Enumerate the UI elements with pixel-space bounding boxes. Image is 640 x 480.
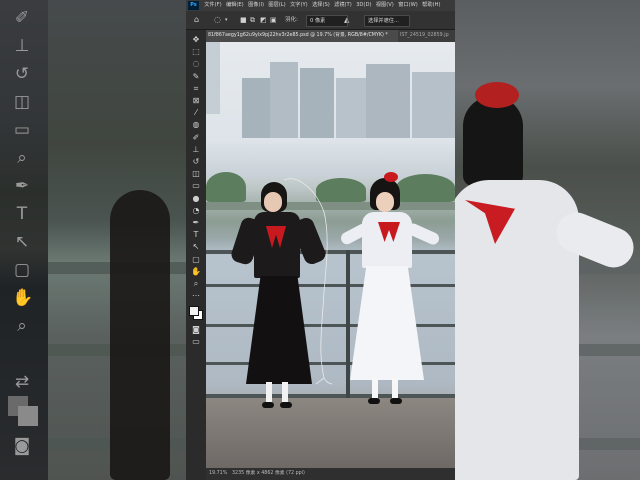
subtract-selection-icon[interactable]: ◩ [260, 14, 267, 26]
blurred-pen-icon: ✒ [14, 176, 30, 196]
menu-view[interactable]: 视图(V) [374, 0, 396, 11]
eraser-tool-icon[interactable]: ◫ [188, 168, 204, 179]
blurred-shape-icon: ▢ [13, 260, 31, 280]
menu-filter[interactable]: 滤镜(T) [332, 0, 354, 11]
type-tool-icon[interactable]: T [188, 229, 204, 240]
healing-tool-icon[interactable]: ◍ [188, 119, 204, 130]
history-brush-icon[interactable]: ↺ [188, 156, 204, 167]
menu-help[interactable]: 帮助(H) [420, 0, 443, 11]
foreground-color-swatch[interactable] [189, 306, 199, 316]
blurred-background-right [455, 0, 640, 480]
status-document-size: 3235 像素 x 4862 像素 (72 ppi) [232, 471, 305, 476]
feather-input[interactable]: 0 像素 [306, 15, 348, 27]
menu-file[interactable]: 文件(F) [202, 0, 224, 11]
menu-window[interactable]: 窗口(W) [396, 0, 420, 11]
tools-panel: ✥ ⬚ ◌ ✎ ⌗ ⊠ ⁄ ◍ ✐ ⊥ ↺ ◫ ▭ ● ◔ ✒ T ↖ ▢ ✋ ⌕ ⋯ ◙ ▭ [186, 30, 207, 480]
blurred-type-icon: T [16, 204, 28, 224]
zoom-tool-icon[interactable]: ⌕ [188, 278, 204, 289]
blurred-figure-hair [463, 96, 523, 186]
menu-image[interactable]: 图像(I) [246, 0, 266, 11]
status-bar: 19.71% 3235 像素 x 4862 像素 (72 ppi) [206, 468, 455, 480]
home-icon[interactable]: ⌂ [194, 14, 199, 26]
eyedropper-tool-icon[interactable]: ⁄ [188, 107, 204, 118]
options-bar: ⌂ ◌ ▾ ■ ⧉ ◩ ▣ 羽化: 0 像素 ◭ 选择并遮住... [186, 11, 455, 30]
menu-select[interactable]: 选择(S) [310, 0, 332, 11]
blurred-stamp-icon: ⊥ [14, 36, 30, 56]
intersect-selection-icon[interactable]: ▣ [270, 14, 277, 26]
document-tab-active[interactable]: 81f867aegy1g62u9ylx9pj22hv3r2e85.psd @ 1… [206, 30, 398, 42]
blurred-path-select-icon: ↖ [14, 232, 30, 252]
blurred-bg-color-swatch [18, 406, 38, 426]
blurred-gradient-icon: ▭ [13, 120, 31, 140]
feather-label: 羽化: [285, 17, 298, 23]
pen-tool-icon[interactable]: ✒ [188, 217, 204, 228]
blurred-quick-mask-icon: ◙ [13, 436, 31, 456]
select-and-mask-button[interactable]: 选择并遮住... [364, 15, 410, 27]
hand-tool-icon[interactable]: ✋ [188, 266, 204, 277]
blur-tool-icon[interactable]: ● [188, 193, 204, 204]
lasso-preset-icon[interactable]: ◌ [214, 14, 221, 26]
lasso-tool-icon[interactable]: ◌ [188, 58, 204, 69]
brush-tool-icon[interactable]: ✐ [188, 132, 204, 143]
new-selection-icon[interactable]: ■ [240, 14, 247, 26]
photoshop-window: Ps 文件(F) 编辑(E) 图像(I) 图层(L) 文字(Y) 选择(S) 滤… [186, 0, 455, 480]
path-select-tool-icon[interactable]: ↖ [188, 241, 204, 252]
add-selection-icon[interactable]: ⧉ [250, 14, 255, 26]
blurred-swap-colors-icon: ⇄ [14, 372, 30, 392]
frame-tool-icon[interactable]: ⊠ [188, 95, 204, 106]
photo-canvas[interactable] [206, 42, 455, 468]
menu-bar: Ps 文件(F) 编辑(E) 图像(I) 图层(L) 文字(Y) 选择(S) 滤… [186, 0, 455, 11]
menu-3d[interactable]: 3D(D) [354, 0, 374, 11]
canvas-area[interactable] [206, 42, 455, 468]
stamp-tool-icon[interactable]: ⊥ [188, 144, 204, 155]
document-tabs: 81f867aegy1g62u9ylx9pj22hv3r2e85.psd @ 1… [206, 30, 455, 42]
move-tool-icon[interactable]: ✥ [188, 34, 204, 45]
gradient-tool-icon[interactable]: ▭ [188, 180, 204, 191]
status-zoom[interactable]: 19.71% [209, 468, 227, 480]
dodge-tool-icon[interactable]: ◔ [188, 205, 204, 216]
blurred-figure-dark [110, 190, 170, 480]
blurred-dodge-icon: ⌕ [17, 148, 27, 168]
more-tools-icon[interactable]: ⋯ [188, 290, 204, 301]
photoshop-logo-icon: Ps [188, 1, 199, 10]
blurred-history-brush-icon: ↺ [14, 64, 30, 84]
blurred-brush-icon: ✐ [14, 8, 30, 28]
antialias-icon[interactable]: ◭ [344, 14, 349, 26]
blurred-eraser-icon: ◫ [13, 92, 31, 112]
crop-tool-icon[interactable]: ⌗ [188, 83, 204, 94]
menu-layer[interactable]: 图层(L) [266, 0, 288, 11]
quick-select-tool-icon[interactable]: ✎ [188, 71, 204, 82]
preset-dropdown-icon[interactable]: ▾ [225, 14, 228, 26]
document-tab-2[interactable]: IST_24519_02859.jp [400, 30, 449, 42]
quick-mask-icon[interactable]: ◙ [188, 324, 204, 335]
lasso-selection-path [283, 178, 333, 385]
marquee-tool-icon[interactable]: ⬚ [188, 46, 204, 57]
blurred-hair-bow [475, 82, 519, 108]
blurred-hand-icon: ✋ [12, 288, 34, 308]
screen-mode-icon[interactable]: ▭ [188, 336, 204, 347]
menu-edit[interactable]: 编辑(E) [224, 0, 246, 11]
blurred-zoom-icon: ⌕ [17, 316, 27, 336]
blurred-background-left: ✐ ⊥ ↺ ◫ ▭ ⌕ ✒ T ↖ ▢ ✋ ⌕ ⇄ ◙ [0, 0, 186, 480]
menu-type[interactable]: 文字(Y) [288, 0, 310, 11]
shape-tool-icon[interactable]: ▢ [188, 254, 204, 265]
